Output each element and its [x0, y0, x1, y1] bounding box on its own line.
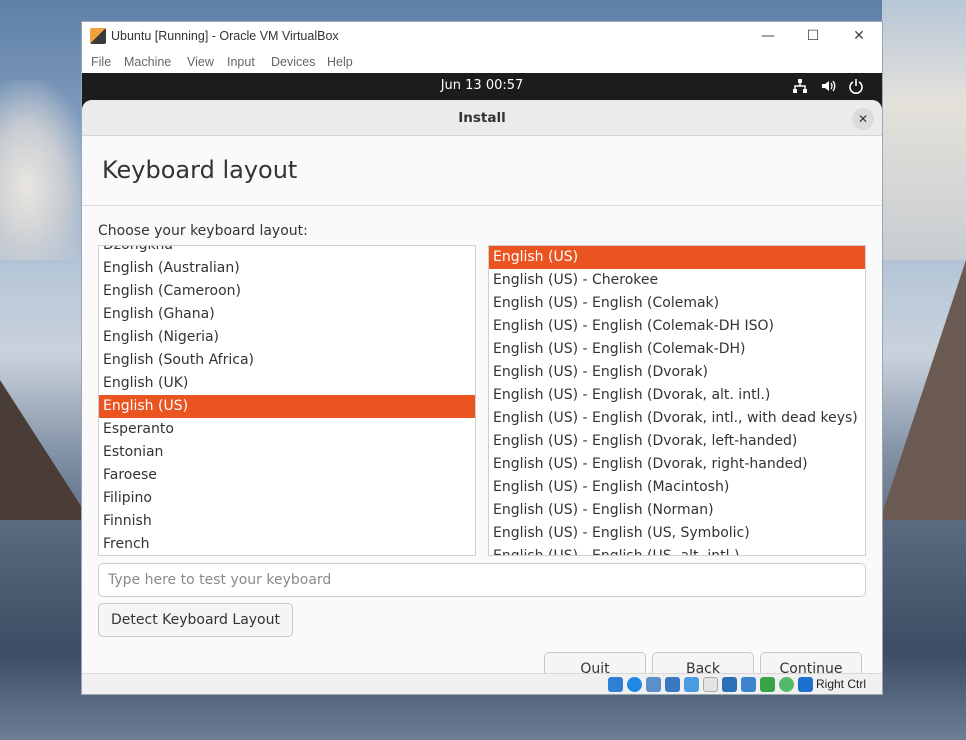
variant-list-item[interactable]: English (US) - English (Colemak-DH ISO)	[489, 315, 865, 338]
menu-devices[interactable]: Devices	[271, 55, 315, 69]
wallpaper-mountain	[880, 260, 966, 520]
display-icon[interactable]	[722, 677, 737, 692]
variant-list-item[interactable]: English (US) - English (Norman)	[489, 499, 865, 522]
layout-list-item[interactable]: Finnish	[99, 510, 475, 533]
variant-list-item[interactable]: English (US) - English (US, alt. intl.)	[489, 545, 865, 555]
detect-keyboard-layout-button[interactable]: Detect Keyboard Layout	[98, 603, 293, 637]
dialog-title: Install	[458, 110, 506, 126]
menu-machine[interactable]: Machine	[124, 55, 171, 69]
variant-list-item[interactable]: English (US) - Cherokee	[489, 269, 865, 292]
variant-list-item[interactable]: English (US) - English (Macintosh)	[489, 476, 865, 499]
back-button[interactable]: Back	[652, 652, 754, 673]
layout-list-item[interactable]: English (US)	[99, 395, 475, 418]
menu-file[interactable]: File	[91, 55, 111, 69]
variant-list-item[interactable]: English (US) - English (Dvorak, intl., w…	[489, 407, 865, 430]
close-dialog-button[interactable]: ✕	[852, 108, 874, 130]
mouse-integration-icon[interactable]	[779, 677, 794, 692]
quit-button[interactable]: Quit	[544, 652, 646, 673]
layout-list-item[interactable]: English (South Africa)	[99, 349, 475, 372]
volume-icon[interactable]	[820, 78, 836, 94]
layout-list-item[interactable]: English (Cameroon)	[99, 280, 475, 303]
layout-list-item[interactable]: Dzongkha	[99, 246, 475, 257]
hard-disk-icon[interactable]	[608, 677, 623, 692]
minimize-button[interactable]: —	[757, 26, 779, 46]
cpu-icon[interactable]	[760, 677, 775, 692]
keyboard-test-input[interactable]	[98, 563, 866, 597]
dialog-header: Install ✕	[82, 100, 882, 136]
power-icon[interactable]	[848, 78, 864, 94]
virtualbox-window: Ubuntu [Running] - Oracle VM VirtualBox …	[82, 22, 882, 694]
menu-help[interactable]: Help	[327, 55, 353, 69]
maximize-button[interactable]: ☐	[802, 26, 824, 46]
continue-button[interactable]: Continue	[760, 652, 862, 673]
layout-list-item[interactable]: English (Ghana)	[99, 303, 475, 326]
wallpaper-cloud	[0, 80, 90, 260]
gnome-top-bar: Jun 13 00:57	[82, 73, 882, 100]
variant-list-item[interactable]: English (US) - English (US, Symbolic)	[489, 522, 865, 545]
wallpaper-mountain	[0, 380, 90, 520]
variant-list-item[interactable]: English (US) - English (Colemak)	[489, 292, 865, 315]
layout-list-item[interactable]: Estonian	[99, 441, 475, 464]
divider	[82, 205, 882, 206]
page-title: Keyboard layout	[102, 156, 298, 184]
layout-list-item[interactable]: English (UK)	[99, 372, 475, 395]
close-window-button[interactable]: ✕	[848, 26, 870, 46]
layout-list-item[interactable]: Esperanto	[99, 418, 475, 441]
install-dialog: Install ✕ Keyboard layout Choose your ke…	[82, 100, 882, 673]
network-adapter-icon[interactable]	[665, 677, 680, 692]
wallpaper-cloud	[882, 0, 966, 260]
choose-layout-label: Choose your keyboard layout:	[98, 223, 308, 239]
network-icon[interactable]	[792, 78, 808, 94]
layout-list-item[interactable]: Faroese	[99, 464, 475, 487]
virtualbox-logo-icon	[90, 28, 106, 44]
menu-view[interactable]: View	[187, 55, 214, 69]
layout-list-item[interactable]: English (Australian)	[99, 257, 475, 280]
status-bar: Right Ctrl	[82, 673, 882, 694]
guest-screen[interactable]: Jun 13 00:57 Install ✕ Keyboard layout C…	[82, 73, 882, 673]
variant-list[interactable]: English (US) English (US) - Cherokee Engli…	[488, 245, 866, 556]
layout-list-item[interactable]: French	[99, 533, 475, 555]
variant-list-item[interactable]: English (US) - English (Dvorak, alt. int…	[489, 384, 865, 407]
layout-list-item[interactable]: Filipino	[99, 487, 475, 510]
audio-icon[interactable]	[646, 677, 661, 692]
variant-list-item[interactable]: English (US) - English (Colemak-DH)	[489, 338, 865, 361]
clock[interactable]: Jun 13 00:57	[82, 78, 882, 93]
title-bar[interactable]: Ubuntu [Running] - Oracle VM VirtualBox …	[82, 22, 882, 50]
usb-icon[interactable]	[684, 677, 699, 692]
menu-input[interactable]: Input	[227, 55, 255, 69]
keyboard-capture-icon[interactable]	[798, 677, 813, 692]
variant-list-item[interactable]: English (US) - English (Dvorak)	[489, 361, 865, 384]
variant-list-item[interactable]: English (US) - English (Dvorak, right-ha…	[489, 453, 865, 476]
shared-folder-icon[interactable]	[703, 677, 718, 692]
variant-list-item[interactable]: English (US)	[489, 246, 865, 269]
layout-list-item[interactable]: English (Nigeria)	[99, 326, 475, 349]
menu-bar: File Machine View Input Devices Help	[82, 50, 882, 73]
host-key-label: Right Ctrl	[816, 677, 867, 691]
optical-drive-icon[interactable]	[627, 677, 642, 692]
window-title: Ubuntu [Running] - Oracle VM VirtualBox	[111, 29, 339, 43]
variant-list-item[interactable]: English (US) - English (Dvorak, left-han…	[489, 430, 865, 453]
video-capture-icon[interactable]	[741, 677, 756, 692]
layout-list[interactable]: Dzongkha English (Australian) English (Cam…	[98, 245, 476, 556]
